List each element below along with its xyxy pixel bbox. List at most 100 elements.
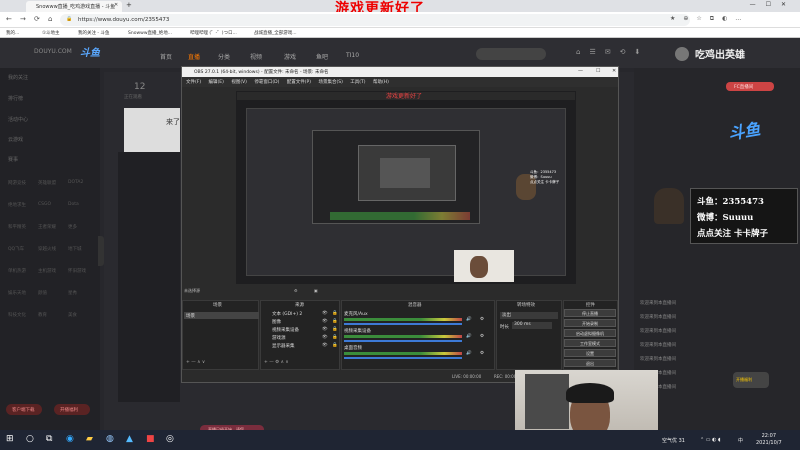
speaker-icon[interactable]: 🔊 (466, 334, 472, 339)
sidebar-category[interactable]: 更多 (68, 224, 77, 230)
source-item[interactable]: 视频采集设备 (272, 327, 299, 333)
visibility-eye-icon[interactable]: 👁 (322, 335, 328, 340)
speaker-icon[interactable]: 🔊 (466, 317, 472, 322)
lock-icon[interactable]: 🔒 (332, 343, 338, 348)
search-input[interactable] (476, 48, 546, 60)
sidebar-category[interactable]: 主机游戏 (38, 268, 56, 274)
task-view-icon[interactable]: ⧉ (46, 434, 52, 444)
control-button[interactable]: 工作室模式 (564, 339, 616, 347)
sidebar-category[interactable]: 美食 (68, 312, 77, 318)
sidebar-category[interactable]: 地下城 (68, 246, 82, 252)
nav-item-video[interactable]: 视频 (250, 52, 262, 61)
bookmark-item[interactable]: ①斗地主 (42, 30, 60, 36)
sidebar-category[interactable]: QQ飞车 (8, 246, 24, 252)
menu-edit[interactable]: 编辑(E) (209, 80, 224, 85)
lock-icon[interactable]: 🔒 (66, 16, 72, 22)
gift-badge[interactable]: 开播福利 (733, 372, 769, 388)
sidebar-category[interactable]: 教育 (38, 312, 47, 318)
tray-icons[interactable]: ⌃ ▭ ◐ ◖ (700, 437, 721, 443)
sidebar-category[interactable]: 娱乐天地 (8, 290, 26, 296)
sidebar-item-activity[interactable]: 活动中心 (8, 116, 28, 123)
lock-icon[interactable]: 🔒 (332, 311, 338, 316)
ime-indicator[interactable]: 中 (738, 437, 743, 444)
window-controls[interactable]: —☐✕ (750, 1, 796, 8)
volume-slider[interactable] (344, 340, 462, 342)
maximize-icon[interactable]: ☐ (596, 68, 600, 74)
menu-tools[interactable]: 工具(T) (350, 80, 365, 85)
gear-icon[interactable]: ⚙ (480, 351, 484, 356)
new-tab-icon[interactable]: + (126, 1, 132, 9)
obs-menu-bar[interactable]: 文件(F) 编辑(E) 视图(V) 停靠窗口(D) 配置文件(P) 场景集合(S… (182, 77, 618, 87)
visibility-eye-icon[interactable]: 👁 (322, 343, 328, 348)
sidebar-category[interactable]: 穿越火线 (38, 246, 56, 252)
avatar[interactable] (675, 47, 689, 61)
scene-controls[interactable]: + — ∧ ∨ (186, 360, 205, 365)
nav-item-category[interactable]: 分类 (218, 52, 230, 61)
control-button[interactable]: 启动虚拟摄像机 (564, 329, 616, 337)
visibility-eye-icon[interactable]: 👁 (322, 319, 328, 324)
back-icon[interactable]: ← (6, 15, 12, 23)
filters-icon[interactable]: ▣ (314, 288, 318, 293)
sidebar-category[interactable]: 王者荣耀 (38, 224, 56, 230)
forward-icon[interactable]: → (20, 15, 26, 23)
sidebar-category[interactable]: CSGO (38, 202, 51, 207)
sidebar-category[interactable]: 星秀 (68, 290, 77, 296)
windows-start-icon[interactable]: ⊞ (6, 434, 14, 444)
bookmark-item[interactable]: 战城直播_全部游戏... (254, 30, 297, 36)
bookmark-item[interactable]: 哔哩哔哩 (゜-゜)つロ... (190, 30, 237, 36)
bookmark-item[interactable]: 我的... (6, 30, 19, 36)
preview-thumbnail[interactable] (124, 108, 180, 152)
gear-icon[interactable]: ⚙ (480, 317, 484, 322)
sidebar-category[interactable]: 网游竞技 (8, 180, 26, 186)
weather-status[interactable]: 空气优 31 (662, 437, 685, 444)
control-button[interactable]: 开始录制 (564, 319, 616, 327)
browser-toolbar-icons[interactable]: ★⊕☆⧉◐… (670, 15, 749, 23)
site-logo-text[interactable]: DOUYU.COM (34, 48, 72, 55)
scene-item-selected[interactable] (184, 312, 259, 319)
site-logo[interactable]: 斗鱼 (80, 44, 100, 59)
source-item[interactable]: 显示器采集 (272, 343, 295, 349)
sidebar-category[interactable]: 颜值 (38, 290, 47, 296)
menu-view[interactable]: 视图(V) (231, 80, 247, 85)
control-button[interactable]: 停止直播 (564, 309, 616, 317)
sidebar-category[interactable]: 科技文化 (8, 312, 26, 318)
speaker-icon[interactable]: 🔊 (466, 351, 472, 356)
lock-icon[interactable]: 🔒 (332, 319, 338, 324)
menu-help[interactable]: 帮助(H) (373, 80, 389, 85)
gear-icon[interactable]: ⚙ (480, 334, 484, 339)
steam-icon[interactable]: ◍ (106, 434, 114, 444)
sidebar-category[interactable]: 怀旧游戏 (68, 268, 86, 274)
visibility-eye-icon[interactable]: 👁 (322, 311, 328, 316)
close-icon[interactable]: ✕ (612, 68, 616, 74)
edge-icon[interactable]: ◉ (66, 434, 74, 444)
url-field[interactable]: https://www.douyu.com/2355473 (60, 14, 690, 26)
sidebar-category[interactable]: Dota (68, 202, 79, 207)
bookmark-item[interactable]: 我的关注 - 斗鱼 (78, 30, 109, 36)
sidebar-item-follow[interactable]: 我的关注 (8, 74, 28, 81)
nav-item-home[interactable]: 首页 (160, 52, 172, 61)
menu-profile[interactable]: 配置文件(P) (287, 80, 311, 85)
header-icons[interactable]: ⌂☰✉⟲⬇ (576, 48, 649, 56)
menu-file[interactable]: 文件(F) (186, 80, 201, 85)
lock-icon[interactable]: 🔒 (332, 335, 338, 340)
app-icon-red[interactable]: ■ (146, 434, 155, 444)
lock-icon[interactable]: 🔒 (332, 327, 338, 332)
download-client-button[interactable]: 客户端下载 (6, 404, 42, 415)
scene-item[interactable]: 场景 (186, 313, 195, 319)
close-icon[interactable]: ✕ (114, 2, 118, 8)
duration-input[interactable]: 300 ms (512, 322, 552, 329)
system-clock[interactable]: 22:07 2021/10/7 (756, 433, 782, 447)
visibility-eye-icon[interactable]: 👁 (322, 327, 328, 332)
sidebar-item-cloud[interactable]: 云游戏 (8, 136, 23, 143)
browser-tab[interactable]: Snowww直播_吃鸡游戏直播 - 斗鱼 (26, 1, 122, 12)
source-item[interactable]: 图像 (272, 319, 281, 325)
control-button[interactable]: 设置 (564, 349, 616, 357)
sidebar-category[interactable]: 绝地求生 (8, 202, 26, 208)
menu-docks[interactable]: 停靠窗口(D) (254, 80, 279, 85)
folder-icon[interactable]: ▰ (86, 434, 93, 444)
refresh-icon[interactable]: ⟳ (34, 15, 40, 23)
source-controls[interactable]: + — ⚙ ∧ ∨ (264, 360, 289, 365)
menu-scene-collection[interactable]: 场景集合(S) (318, 80, 342, 85)
search-icon[interactable]: ○ (26, 434, 34, 444)
sidebar-item-esports[interactable]: 赛事 (8, 156, 18, 163)
